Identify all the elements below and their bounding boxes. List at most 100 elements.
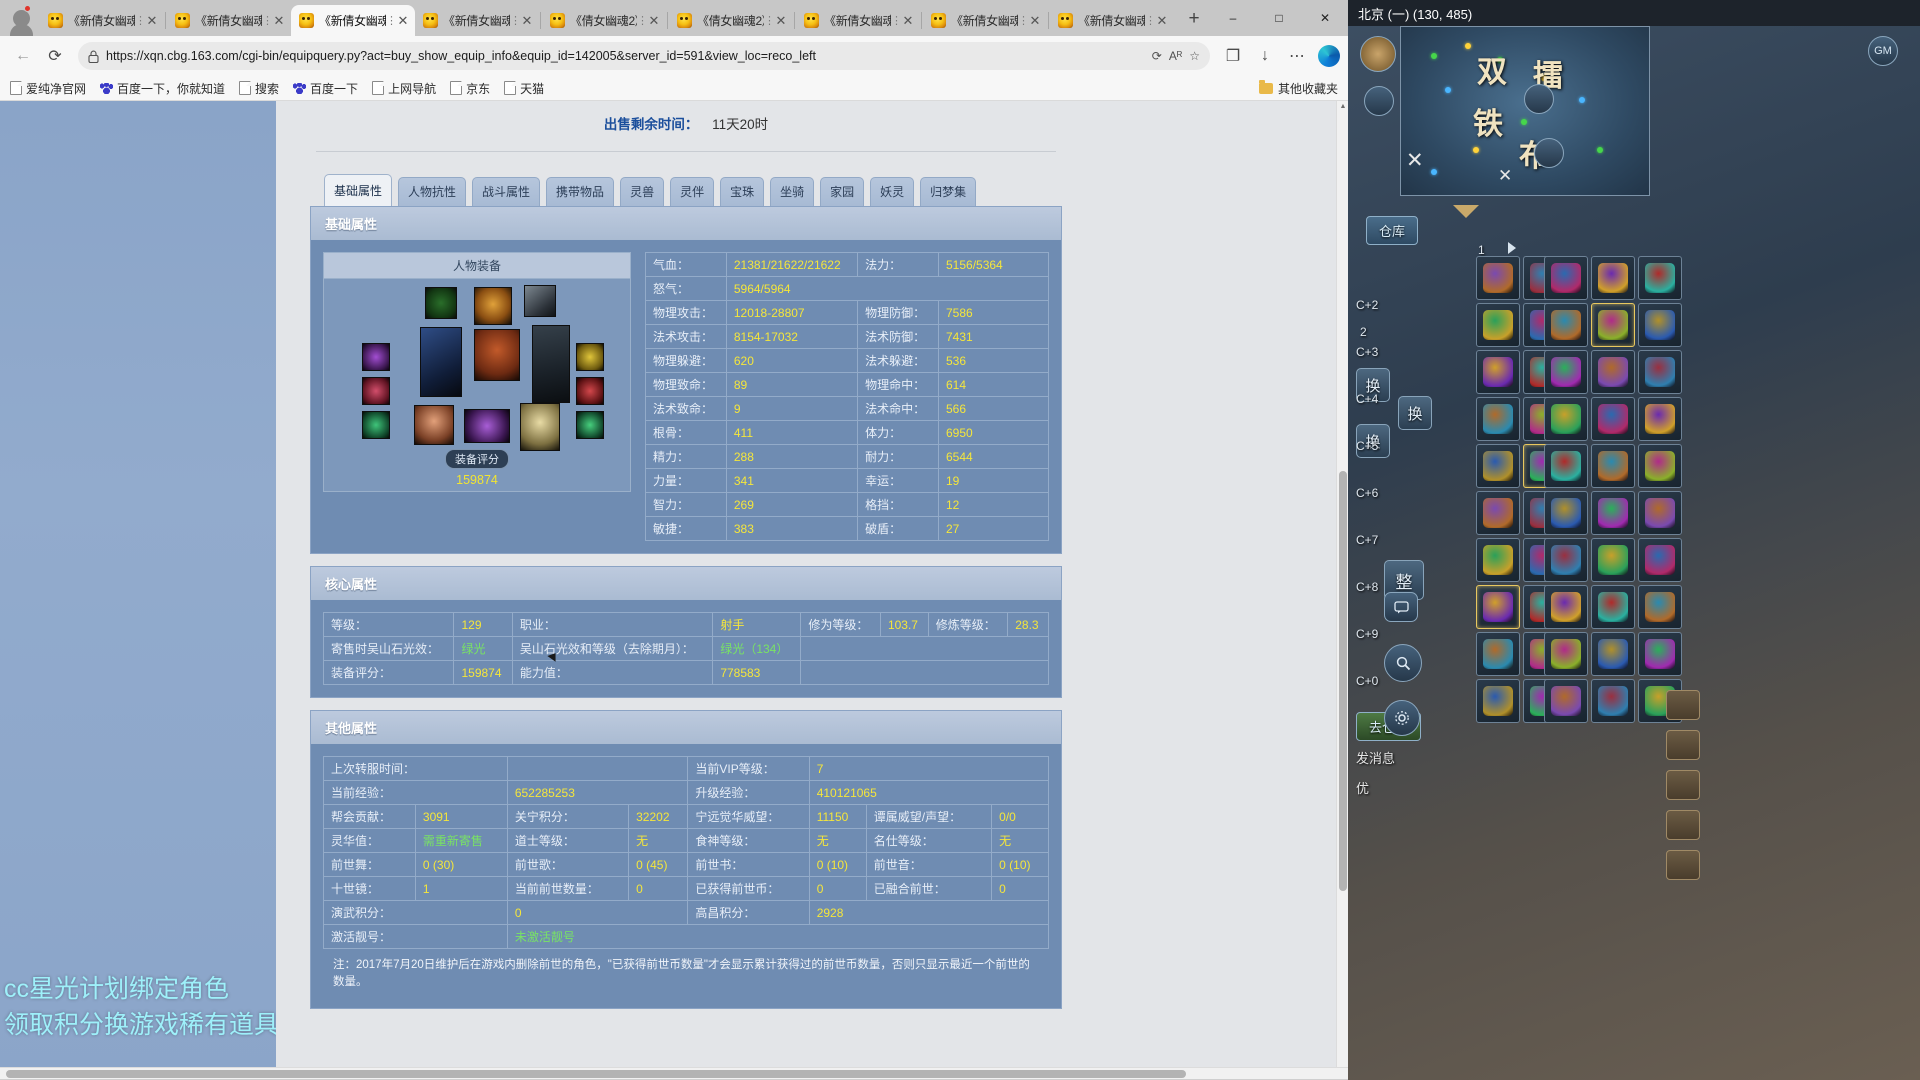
tab-close-icon[interactable]: ✕ bbox=[394, 13, 412, 29]
page-tab-1[interactable]: 人物抗性 bbox=[398, 177, 467, 206]
equip-slot-ring-left-1[interactable] bbox=[362, 343, 390, 371]
inventory-slot[interactable] bbox=[1591, 397, 1635, 441]
inventory-slot[interactable] bbox=[1544, 491, 1588, 535]
quest-icon[interactable] bbox=[1364, 86, 1394, 116]
browser-tab[interactable]: 《新倩女幽魂》⋮✕ bbox=[167, 5, 291, 36]
tab-close-icon[interactable]: ✕ bbox=[899, 13, 917, 29]
equip-slot-shoulder[interactable] bbox=[524, 285, 556, 317]
inventory-slot[interactable] bbox=[1591, 585, 1635, 629]
horizontal-scroll-thumb[interactable] bbox=[6, 1070, 1186, 1078]
inventory-slot[interactable] bbox=[1638, 303, 1682, 347]
inventory-slot[interactable] bbox=[1476, 538, 1520, 582]
inventory-slot[interactable] bbox=[1476, 585, 1520, 629]
equip-slot-helmet[interactable] bbox=[425, 287, 457, 319]
bookmark-item[interactable]: 爱纯净官网 bbox=[10, 80, 86, 97]
horizontal-scrollbar[interactable] bbox=[0, 1067, 1348, 1079]
next-page-arrow-icon[interactable] bbox=[1508, 242, 1516, 254]
bookmark-item[interactable]: 上网导航 bbox=[372, 80, 436, 97]
bookmark-item[interactable]: 京东 bbox=[450, 80, 490, 97]
inventory-slot[interactable] bbox=[1591, 444, 1635, 488]
browser-tab[interactable]: 《新倩女幽魂》⋮✕ bbox=[796, 5, 920, 36]
equip-slot-cloak[interactable] bbox=[532, 325, 570, 403]
bookmark-item[interactable]: 百度一下 bbox=[293, 80, 358, 97]
inventory-slot[interactable] bbox=[1638, 538, 1682, 582]
browser-tab[interactable]: 《新倩女幽魂》⋮✕ bbox=[291, 5, 415, 36]
reload-button[interactable]: ⟳ bbox=[40, 41, 70, 71]
equip-slot-ring-right-1[interactable] bbox=[576, 343, 604, 371]
inventory-slot[interactable] bbox=[1638, 632, 1682, 676]
browser-tab[interactable]: 《新倩女幽魂》⋮✕ bbox=[923, 5, 1047, 36]
minimize-button[interactable]: – bbox=[1210, 0, 1256, 36]
warehouse-button[interactable]: 仓库 bbox=[1366, 216, 1419, 245]
inventory-slot[interactable] bbox=[1591, 256, 1635, 300]
bookmark-item[interactable]: 天猫 bbox=[504, 80, 544, 97]
close-panel-icon[interactable]: ✕ bbox=[1406, 148, 1424, 173]
page-tab-9[interactable]: 妖灵 bbox=[870, 177, 915, 206]
browser-tab[interactable]: 《新倩女幽魂》⋮✕ bbox=[40, 5, 164, 36]
equip-slot-boots[interactable] bbox=[520, 403, 560, 451]
back-button[interactable]: ← bbox=[8, 41, 38, 71]
maximize-button[interactable]: □ bbox=[1256, 0, 1302, 36]
browser-tab[interactable]: 《倩女幽魂2》⋮✕ bbox=[542, 5, 666, 36]
settings-gear-icon[interactable] bbox=[1384, 700, 1420, 736]
inventory-slot[interactable] bbox=[1544, 397, 1588, 441]
bookmark-item[interactable]: 搜索 bbox=[239, 80, 279, 97]
close-minimap-icon[interactable]: ✕ bbox=[1498, 166, 1512, 186]
equip-slot-weapon[interactable] bbox=[420, 327, 462, 397]
inventory-slot[interactable] bbox=[1476, 444, 1520, 488]
inventory-slot[interactable] bbox=[1544, 679, 1588, 723]
read-aloud-icon[interactable]: Aᴿ bbox=[1169, 49, 1182, 63]
inventory-slot[interactable] bbox=[1544, 350, 1588, 394]
side-bag-icon-1[interactable] bbox=[1666, 690, 1700, 720]
browser-tab[interactable]: 《新倩女幽魂》⋮✕ bbox=[1050, 5, 1174, 36]
page-tab-3[interactable]: 携带物品 bbox=[546, 177, 615, 206]
settings-menu-button[interactable]: ⋯ bbox=[1282, 41, 1312, 71]
gm-button[interactable]: GM bbox=[1868, 36, 1898, 66]
inventory-slot[interactable] bbox=[1591, 632, 1635, 676]
page-tab-5[interactable]: 灵伴 bbox=[670, 177, 715, 206]
address-bar[interactable]: https://xqn.cbg.163.com/cgi-bin/equipque… bbox=[78, 42, 1210, 70]
equip-slot-ring-left-2[interactable] bbox=[362, 377, 390, 405]
inventory-slot[interactable] bbox=[1638, 397, 1682, 441]
tab-close-icon[interactable]: ✕ bbox=[1026, 13, 1044, 29]
tab-close-icon[interactable]: ✕ bbox=[143, 13, 161, 29]
profile-avatar-button[interactable] bbox=[6, 3, 36, 36]
page-refresh-icon[interactable]: ⟳ bbox=[1152, 49, 1162, 63]
collapse-arrow-icon[interactable] bbox=[1453, 205, 1479, 218]
collections-button[interactable]: ❐ bbox=[1218, 41, 1248, 71]
inventory-slot[interactable] bbox=[1544, 444, 1588, 488]
page-tab-8[interactable]: 家园 bbox=[820, 177, 865, 206]
swap-button-3[interactable]: 换 bbox=[1398, 396, 1432, 430]
new-tab-button[interactable]: + bbox=[1180, 5, 1208, 33]
equip-slot-gloves[interactable] bbox=[414, 405, 454, 445]
equip-slot-armor[interactable] bbox=[474, 329, 520, 381]
page-tab-10[interactable]: 归梦集 bbox=[920, 177, 977, 206]
tab-close-icon[interactable]: ✕ bbox=[645, 13, 663, 29]
map-settings-icon[interactable] bbox=[1534, 138, 1564, 168]
inventory-slot[interactable] bbox=[1544, 303, 1588, 347]
page-tab-6[interactable]: 宝珠 bbox=[720, 177, 765, 206]
inventory-slot[interactable] bbox=[1544, 256, 1588, 300]
equip-slot-ring-right-2[interactable] bbox=[576, 377, 604, 405]
other-bookmarks-folder[interactable]: 其他收藏夹 bbox=[1258, 79, 1338, 97]
browser-tab[interactable]: 《倩女幽魂2》⋮✕ bbox=[669, 5, 793, 36]
favorite-star-icon[interactable]: ☆ bbox=[1189, 49, 1200, 63]
inventory-slot[interactable] bbox=[1638, 444, 1682, 488]
chat-bubble-icon[interactable] bbox=[1384, 592, 1418, 622]
inventory-slot[interactable] bbox=[1544, 585, 1588, 629]
inventory-slot[interactable] bbox=[1476, 397, 1520, 441]
minimap[interactable]: 双 擂 铁 布 bbox=[1400, 26, 1650, 196]
inventory-slot[interactable] bbox=[1476, 632, 1520, 676]
downloads-button[interactable]: ↓ bbox=[1250, 41, 1280, 71]
map-expand-icon[interactable] bbox=[1524, 84, 1554, 114]
inventory-slot[interactable] bbox=[1476, 679, 1520, 723]
inventory-slot[interactable] bbox=[1591, 303, 1635, 347]
inventory-slot[interactable] bbox=[1476, 256, 1520, 300]
side-bag-icon-4[interactable] bbox=[1666, 810, 1700, 840]
inventory-slot[interactable] bbox=[1638, 585, 1682, 629]
side-bag-icon-5[interactable] bbox=[1666, 850, 1700, 880]
inventory-slot[interactable] bbox=[1638, 491, 1682, 535]
inventory-slot[interactable] bbox=[1638, 350, 1682, 394]
inventory-slot[interactable] bbox=[1476, 303, 1520, 347]
tab-close-icon[interactable]: ✕ bbox=[270, 13, 288, 29]
